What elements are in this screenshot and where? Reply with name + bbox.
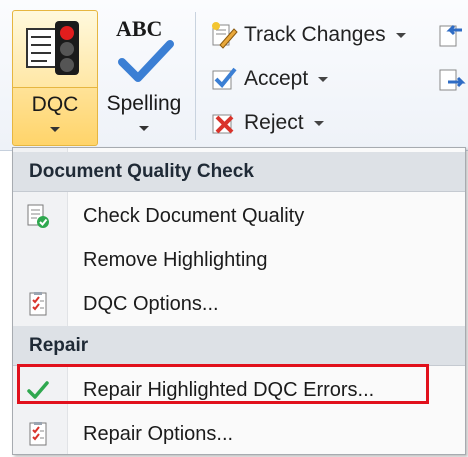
spelling-abc-icon: ABC [114, 16, 174, 82]
checklist-icon [29, 422, 47, 446]
document-check-icon [27, 204, 49, 228]
dqc-button[interactable]: DQC [12, 10, 98, 146]
next-change-icon[interactable] [436, 64, 466, 94]
reject-label: Reject [244, 111, 304, 134]
track-changes-button[interactable]: Track Changes [210, 18, 406, 52]
track-changes-icon [212, 22, 238, 49]
dqc-label: DQC [31, 93, 79, 116]
menu-item-remove-highlighting[interactable]: Remove Highlighting [13, 238, 465, 282]
menu-item-repair-options[interactable]: Repair Options... [13, 412, 465, 456]
dqc-dropdown-menu: Document Quality Check Check Document Qu… [12, 147, 466, 455]
highlight-annotation-box [17, 364, 429, 404]
menu-section-header: Document Quality Check [13, 152, 465, 192]
menu-item-label: Repair Options... [83, 422, 234, 445]
menu-item-dqc-options[interactable]: DQC Options... [13, 282, 465, 326]
previous-change-icon[interactable] [436, 20, 466, 50]
blue-check-icon [118, 40, 174, 82]
menu-item-label: DQC Options... [83, 292, 219, 315]
chevron-down-icon [50, 127, 60, 132]
abc-text: ABC [116, 16, 163, 41]
dqc-button-top[interactable] [13, 11, 97, 88]
checklist-icon [29, 292, 47, 316]
track-changes-label: Track Changes [244, 23, 386, 46]
menu-item-check-document-quality[interactable]: Check Document Quality [13, 194, 465, 238]
menu-item-label: Check Document Quality [83, 204, 305, 227]
spelling-label: Spelling [106, 92, 182, 115]
chevron-down-icon[interactable] [318, 76, 329, 82]
accept-icon [212, 67, 237, 90]
reject-button[interactable]: Reject [210, 106, 324, 140]
accept-button[interactable]: Accept [210, 62, 329, 96]
traffic-light-icon [26, 21, 79, 75]
reject-icon [212, 114, 234, 134]
menu-section-header: Repair [13, 326, 465, 366]
chevron-down-icon[interactable] [395, 32, 406, 38]
chevron-down-icon[interactable] [313, 120, 324, 126]
ribbon-divider [195, 12, 196, 140]
chevron-down-icon [139, 126, 149, 131]
accept-label: Accept [244, 67, 309, 90]
menu-item-label: Remove Highlighting [83, 248, 268, 271]
ribbon: DQC ABC Spelling Track Changes Accept Re… [0, 0, 468, 151]
spelling-button[interactable]: ABC Spelling [100, 10, 188, 144]
